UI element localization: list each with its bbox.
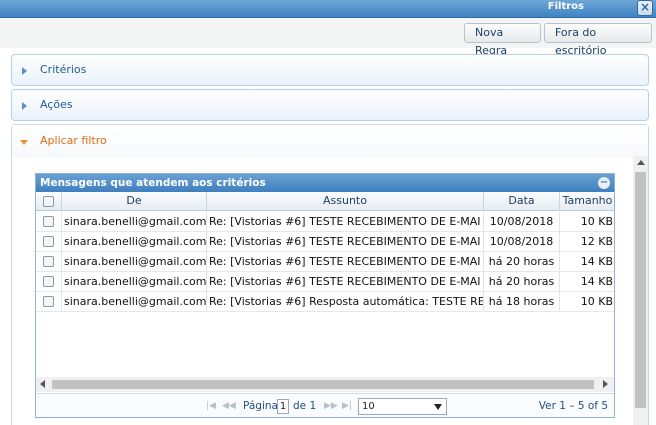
accordion-criteria[interactable]: Critérios [11,54,649,86]
row-checkbox[interactable] [43,276,54,287]
cell-from: sinara.benelli@gmail.com [62,252,207,272]
column-header-subject[interactable]: Assunto [207,192,484,211]
row-checkbox[interactable] [43,256,54,267]
accordion-actions[interactable]: Ações [11,89,649,121]
table-row[interactable]: sinara.benelli@gmail.com Re: [Vistorias … [36,292,614,312]
collapse-icon[interactable]: − [598,177,610,189]
column-header-select [36,192,62,211]
cell-subject: Re: [Vistorias #6] TESTE RECEBIMENTO DE … [207,232,484,252]
select-all-checkbox[interactable] [43,196,54,207]
window-titlebar: Filtros × [0,0,656,18]
new-rule-button[interactable]: Nova Regra [464,23,541,57]
row-checkbox[interactable] [43,296,54,307]
cell-subject: Re: [Vistorias #6] TESTE RECEBIMENTO DE … [207,212,484,232]
cell-date: há 20 horas [484,272,560,292]
row-checkbox[interactable] [43,216,54,227]
grid-caption-text: Mensagens que atendem aos critérios [40,177,266,189]
cell-from: sinara.benelli@gmail.com [62,292,207,312]
accordion-apply-filter-header[interactable]: Aplicar filtro [12,125,648,157]
cell-size: 14 KB [560,272,614,292]
grid-caption: Mensagens que atendem aos critérios − [36,174,614,192]
cell-date: 10/08/2018 [484,212,560,232]
column-header-from[interactable]: De [62,192,207,211]
cell-from: sinara.benelli@gmail.com [62,232,207,252]
scrollbar-thumb[interactable] [635,172,646,408]
row-select-cell [36,272,62,292]
cell-size: 10 KB [560,292,614,312]
accordion-criteria-label: Critérios [40,63,87,76]
toolbar: Nova Regra Fora do escritório [0,18,656,57]
panel-vertical-scrollbar[interactable] [633,156,648,425]
prev-page-icon[interactable]: ◀◀ [222,401,236,411]
row-select-cell [36,232,62,252]
cell-size: 14 KB [560,252,614,272]
row-select-cell [36,292,62,312]
cell-size: 12 KB [560,232,614,252]
page-count-label: de 1 [293,400,317,412]
grid-horizontal-scrollbar[interactable] [36,377,614,392]
row-checkbox[interactable] [43,236,54,247]
cell-subject: Re: [Vistorias #6] TESTE RECEBIMENTO DE … [207,272,484,292]
cell-from: sinara.benelli@gmail.com [62,272,207,292]
scroll-left-icon[interactable] [40,380,45,388]
chevron-down-icon [434,404,442,410]
cell-size: 10 KB [560,212,614,232]
table-row[interactable]: sinara.benelli@gmail.com Re: [Vistorias … [36,232,614,252]
scrollbar-thumb[interactable] [52,380,594,389]
pager-record-info: Ver 1 – 5 of 5 [538,400,608,412]
column-header-size[interactable]: Tamanho [560,192,614,211]
accordion-apply-filter-label: Aplicar filtro [40,134,107,147]
rows-per-page-value: 10 [362,401,375,412]
scroll-up-icon[interactable] [637,160,645,165]
rows-per-page-select[interactable]: 10 [358,398,447,415]
cell-date: 10/08/2018 [484,232,560,252]
close-icon[interactable]: × [637,0,653,16]
pager: |◀ ◀◀ Página 1 de 1 ▶▶ ▶| 10 Ver 1 – 5 o… [36,393,614,417]
cell-date: há 20 horas [484,252,560,272]
cell-subject: Re: [Vistorias #6] TESTE RECEBIMENTO DE … [207,252,484,272]
out-of-office-button[interactable]: Fora do escritório [544,23,652,57]
row-select-cell [36,252,62,272]
table-row[interactable]: sinara.benelli@gmail.com Re: [Vistorias … [36,212,614,232]
first-page-icon[interactable]: |◀ [206,401,216,411]
row-select-cell [36,212,62,232]
scroll-right-icon[interactable] [603,380,608,388]
next-page-icon[interactable]: ▶▶ [324,401,338,411]
accordion-actions-label: Ações [40,98,73,111]
cell-date: há 18 horas [484,292,560,312]
chevron-down-icon [20,140,28,145]
last-page-icon[interactable]: ▶| [342,401,352,411]
cell-subject: Re: [Vistorias #6] Resposta automática: … [207,292,484,312]
table-row[interactable]: sinara.benelli@gmail.com Re: [Vistorias … [36,252,614,272]
matching-messages-grid: Mensagens que atendem aos critérios − De… [35,173,615,418]
chevron-right-icon [22,102,27,110]
page-number-input[interactable]: 1 [277,399,289,414]
table-row[interactable]: sinara.benelli@gmail.com Re: [Vistorias … [36,272,614,292]
page-label: Página [243,400,278,412]
column-header-date[interactable]: Data [484,192,560,211]
chevron-right-icon [22,67,27,75]
window-title: Filtros [547,1,584,12]
cell-from: sinara.benelli@gmail.com [62,212,207,232]
